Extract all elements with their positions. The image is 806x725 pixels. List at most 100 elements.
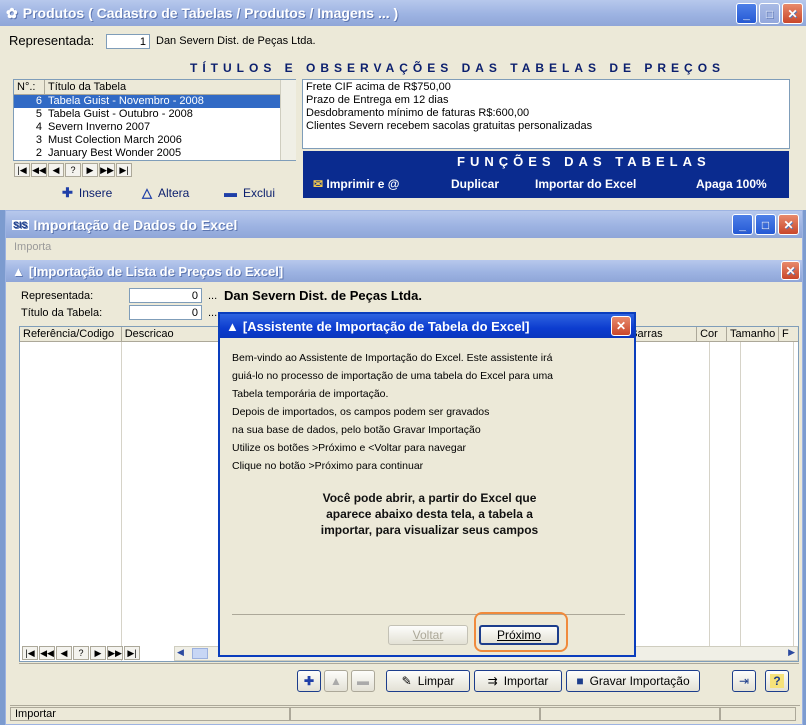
scroll-right-icon[interactable]: ▶ bbox=[788, 647, 795, 658]
triangle-icon: ▲ bbox=[330, 674, 342, 688]
remove-button[interactable]: ▬ bbox=[351, 670, 375, 692]
exit-button[interactable]: ⇥ bbox=[732, 670, 756, 692]
representada-ellipsis[interactable]: ... bbox=[208, 290, 217, 302]
table-row[interactable]: 6 Tabela Guist - Novembro - 2008 bbox=[14, 95, 295, 108]
import-wizard-dialog: ▲ [Assistente de Importação de Tabela do… bbox=[218, 312, 636, 657]
representada-label: Representada: bbox=[21, 290, 94, 302]
import-subtitle: [Importação de Lista de Preços do Excel] bbox=[28, 263, 284, 279]
duplicar-button[interactable]: Duplicar bbox=[451, 177, 499, 191]
scroll-left-icon[interactable]: ◀ bbox=[177, 647, 184, 658]
wizard-line: Clique no botão >Próximo para continuar bbox=[232, 460, 424, 472]
nav-button[interactable]: ◀ bbox=[56, 646, 72, 660]
representada-label: Representada: bbox=[9, 33, 95, 48]
apaga-button[interactable]: Apaga 100% bbox=[696, 177, 767, 191]
help-button[interactable]: ? bbox=[765, 670, 789, 692]
status-bar: Importar bbox=[10, 705, 800, 721]
limpar-button[interactable]: ✎ Limpar bbox=[386, 670, 470, 692]
gravar-label: Gravar Importação bbox=[589, 674, 690, 688]
wizard-titlebar[interactable]: ▲ [Assistente de Importação de Tabela do… bbox=[220, 314, 634, 338]
importar-button[interactable]: ⇉ Importar bbox=[474, 670, 562, 692]
table-row[interactable]: 5 Tabela Guist - Outubro - 2008 bbox=[14, 108, 295, 121]
proximo-button[interactable]: Próximo bbox=[479, 625, 559, 645]
help-icon: ? bbox=[770, 674, 784, 688]
voltar-button[interactable]: Voltar bbox=[388, 625, 468, 645]
nav-button[interactable]: ▶| bbox=[116, 163, 132, 177]
triangle-icon: ▲ bbox=[226, 318, 239, 334]
importar-label: Importar bbox=[503, 674, 549, 688]
altera-button[interactable]: △ Altera bbox=[142, 185, 189, 201]
import-icon: ⇉ bbox=[487, 674, 498, 688]
wizard-bold-line: importar, para visualizar seus campos bbox=[320, 523, 539, 537]
importar-excel-button[interactable]: Importar do Excel bbox=[535, 177, 636, 191]
nav-button[interactable]: ▶ bbox=[90, 646, 106, 660]
scroll-thumb[interactable] bbox=[192, 648, 208, 659]
nav-button[interactable]: ▶▶ bbox=[107, 646, 123, 660]
status-panel-2 bbox=[290, 706, 540, 721]
minimize-button[interactable]: _ bbox=[732, 214, 753, 235]
close-button[interactable]: ✕ bbox=[778, 214, 799, 235]
col-num-header[interactable]: N°.: bbox=[14, 80, 45, 94]
table-row[interactable]: 3 Must Colection March 2006 bbox=[14, 134, 295, 147]
subtitle-close-button[interactable]: ✕ bbox=[781, 261, 800, 280]
table-row[interactable]: 4 Severn Inverno 2007 bbox=[14, 121, 295, 134]
import-window-title: Importação de Dados do Excel bbox=[33, 216, 238, 233]
wizard-line: Depois de importados, os campos podem se… bbox=[232, 406, 490, 418]
representada-name: Dan Severn Dist. de Peças Ltda. bbox=[156, 35, 316, 47]
maximize-button[interactable]: □ bbox=[759, 3, 780, 24]
exit-icon: ⇥ bbox=[738, 674, 750, 688]
products-window: ✿ Produtos ( Cadastro de Tabelas / Produ… bbox=[0, 0, 806, 210]
tables-grid[interactable]: N°.: Título da Tabela 6 Tabela Guist - No… bbox=[13, 79, 296, 161]
maximize-button[interactable]: □ bbox=[755, 214, 776, 235]
table-num: 5 bbox=[35, 108, 42, 120]
col-referencia[interactable]: Referência/Codigo bbox=[20, 327, 122, 341]
voltar-label: Voltar bbox=[412, 628, 444, 642]
add-button[interactable]: ✚ bbox=[297, 670, 321, 692]
nav-button[interactable]: ▶| bbox=[124, 646, 140, 660]
products-titlebar[interactable]: ✿ Produtos ( Cadastro de Tabelas / Produ… bbox=[0, 0, 806, 26]
table-num: 3 bbox=[35, 134, 42, 146]
exclui-button[interactable]: ▬ Exclui bbox=[224, 185, 275, 200]
close-button[interactable]: ✕ bbox=[782, 3, 803, 24]
app-icon: ✿ bbox=[6, 4, 18, 21]
observacoes-box[interactable]: Frete CIF acima de R$750,00 Prazo de Entr… bbox=[302, 79, 790, 149]
wizard-line: Tabela temporária de importação. bbox=[232, 388, 389, 400]
table-row[interactable]: 2 January Best Wonder 2005 bbox=[14, 147, 295, 160]
nav-button[interactable]: ◀ bbox=[48, 163, 64, 177]
col-title-header[interactable]: Título da Tabela bbox=[45, 80, 285, 94]
nav-button[interactable]: ▶ bbox=[82, 163, 98, 177]
col-extra[interactable]: F bbox=[779, 327, 798, 341]
observacao-line: Prazo de Entrega em 12 dias bbox=[306, 94, 449, 106]
edit-button[interactable]: ▲ bbox=[324, 670, 348, 692]
nav-button[interactable]: ? bbox=[65, 163, 81, 177]
col-tamanho[interactable]: Tamanho bbox=[727, 327, 780, 341]
import-titlebar[interactable]: SIS Importação de Dados do Excel _ □ ✕ bbox=[6, 211, 802, 238]
plus-icon: ✚ bbox=[62, 185, 73, 200]
wizard-bold-line: Você pode abrir, a partir do Excel que bbox=[322, 491, 537, 505]
representada-code-field[interactable]: 1 bbox=[106, 34, 150, 49]
menu-importa[interactable]: Importa bbox=[14, 241, 51, 253]
nav-button[interactable]: |◀ bbox=[22, 646, 38, 660]
exclui-label: Exclui bbox=[243, 185, 276, 200]
titulo-field[interactable]: 0 bbox=[129, 305, 202, 320]
imprimir-button[interactable]: ✉ Imprimir e @ bbox=[313, 177, 399, 191]
gravar-button[interactable]: ■ Gravar Importação bbox=[566, 670, 700, 692]
plus-icon: ✚ bbox=[303, 674, 315, 688]
nav-button[interactable]: ▶▶ bbox=[99, 163, 115, 177]
insere-button[interactable]: ✚ Insere bbox=[62, 185, 112, 201]
minimize-button[interactable]: _ bbox=[736, 3, 757, 24]
nav-button[interactable]: |◀ bbox=[14, 163, 30, 177]
tables-scrollbar[interactable] bbox=[280, 80, 296, 160]
observacao-line: Desdobramento mínimo de faturas R$:600,0… bbox=[306, 107, 530, 119]
altera-label: Altera bbox=[158, 186, 190, 200]
table-title: Severn Inverno 2007 bbox=[48, 121, 151, 133]
nav-button[interactable]: ? bbox=[73, 646, 89, 660]
nav-button[interactable]: ◀◀ bbox=[39, 646, 55, 660]
tables-navigator: |◀ ◀◀ ◀? ▶ ▶▶ ▶| bbox=[14, 163, 133, 177]
import-subtitle-bar: ▲ [Importação de Lista de Preços do Exce… bbox=[6, 260, 802, 282]
representada-field[interactable]: 0 bbox=[129, 288, 202, 303]
wizard-close-button[interactable]: ✕ bbox=[611, 316, 631, 336]
titulo-ellipsis[interactable]: ... bbox=[208, 307, 217, 319]
col-cor[interactable]: Cor bbox=[697, 327, 728, 341]
insere-label: Insere bbox=[78, 186, 113, 200]
nav-button[interactable]: ◀◀ bbox=[31, 163, 47, 177]
